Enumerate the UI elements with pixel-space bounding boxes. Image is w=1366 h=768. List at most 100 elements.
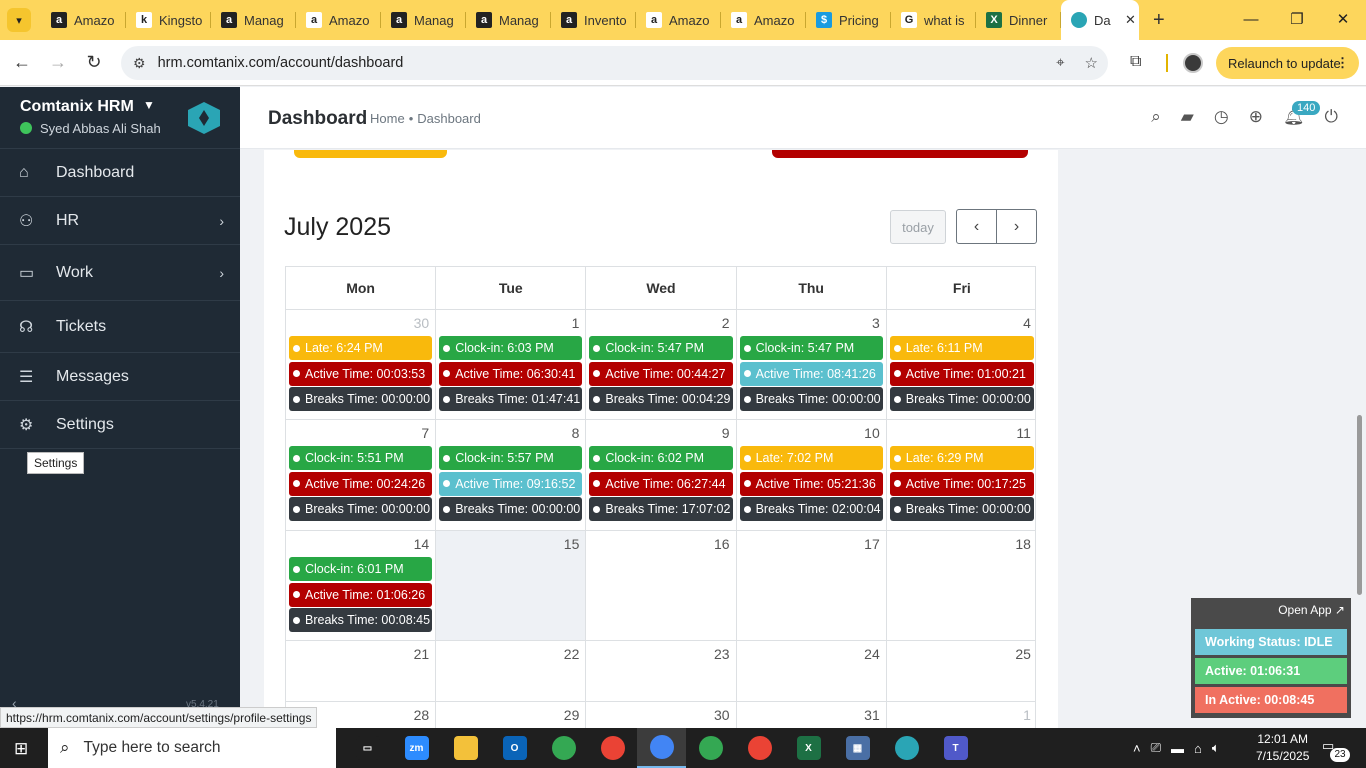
sidebar-item-dashboard[interactable]: ⌂ Dashboard — [0, 149, 240, 197]
calendar-event[interactable]: Active Time: 06:30:41 — [439, 361, 583, 386]
prev-month-icon[interactable]: ‹ — [957, 210, 997, 243]
volume-icon[interactable]: 🔈︎ — [1212, 740, 1220, 756]
calendar-day-cell[interactable]: 30 — [586, 702, 737, 728]
restore-icon[interactable]: ❐ — [1274, 0, 1320, 40]
comtanix-logo-icon[interactable] — [188, 102, 220, 134]
taskbar-app[interactable] — [539, 728, 588, 768]
calendar-day-cell[interactable]: 8 Clock-in: 5:57 PM Active Time: 09:16:52 B… — [436, 420, 587, 530]
calendar-day-cell[interactable]: 23 — [586, 641, 737, 701]
calendar-event[interactable]: Active Time: 00:24:26 — [289, 471, 433, 496]
browser-tab[interactable]: $ Pricing — [806, 0, 891, 40]
calendar-event[interactable]: Breaks Time: 00:00:00 — [889, 497, 1034, 521]
browser-tab[interactable]: a Amazo — [636, 0, 721, 40]
forward-icon[interactable]: → — [40, 52, 76, 73]
calendar-day-cell[interactable]: 30 Late: 6:24 PM Active Time: 00:03:53 Brea… — [286, 310, 437, 419]
calendar-event[interactable]: Breaks Time: 00:00:00 — [739, 387, 883, 411]
taskbar-app[interactable] — [686, 728, 735, 768]
calendar-day-cell[interactable]: 25 — [887, 641, 1037, 701]
calendar-day-cell[interactable]: 16 — [586, 531, 737, 640]
calendar-event[interactable]: Breaks Time: 00:00:00 — [289, 497, 433, 521]
relaunch-button[interactable]: Relaunch to update ⋮ — [1216, 47, 1359, 79]
taskbar-app[interactable]: ▭ — [343, 728, 392, 768]
calendar-event[interactable]: Breaks Time: 00:08:45 — [289, 608, 433, 632]
taskbar-app[interactable]: T — [931, 728, 980, 768]
battery-icon[interactable]: ▬ — [1171, 741, 1184, 756]
browser-tab[interactable]: a Amazo — [296, 0, 381, 40]
calendar-event[interactable]: Active Time: 01:00:21 — [889, 361, 1034, 386]
browser-tab[interactable]: a Amazo — [41, 0, 126, 40]
browser-tab[interactable]: a Invento — [551, 0, 636, 40]
taskbar-app[interactable]: ▦ — [833, 728, 882, 768]
calendar-day-cell[interactable]: 29 — [436, 702, 587, 728]
calendar-event[interactable]: Clock-in: 6:03 PM — [439, 336, 583, 360]
calendar-day-cell[interactable]: 15 — [436, 531, 587, 640]
calendar-event[interactable]: Clock-in: 5:47 PM — [739, 336, 883, 360]
browser-tab[interactable]: X Dinner — [976, 0, 1061, 40]
calendar-day-cell[interactable]: 17 — [737, 531, 887, 640]
search-icon[interactable]: ⌕ — [1151, 107, 1161, 127]
calendar-event[interactable]: Breaks Time: 01:47:41 — [439, 387, 583, 411]
taskbar-search[interactable]: ⌕ Type here to search — [48, 728, 336, 768]
network-icon[interactable]: ⌂ — [1194, 741, 1202, 756]
calendar-day-cell[interactable]: 1 Clock-in: 6:03 PM Active Time: 06:30:41 B… — [436, 310, 587, 419]
close-window-icon[interactable]: ✕ — [1320, 0, 1366, 40]
taskbar-app[interactable] — [882, 728, 931, 768]
back-icon[interactable]: ← — [4, 52, 40, 73]
taskbar-app[interactable] — [441, 728, 490, 768]
clock-in-button[interactable] — [294, 150, 447, 158]
browser-tab-active[interactable]: Da ✕ — [1061, 0, 1139, 40]
taskbar-app[interactable]: O — [490, 728, 539, 768]
sidebar-item-settings[interactable]: ⚙ Settings — [0, 401, 240, 449]
sticky-note-icon[interactable]: ▰ — [1181, 107, 1194, 127]
calendar-event[interactable]: Active Time: 06:27:44 — [589, 471, 733, 496]
camera-icon[interactable]: ⎚ — [1151, 740, 1161, 756]
windows-start-icon[interactable]: ⊞ — [14, 739, 28, 759]
reload-icon[interactable]: ↻ — [76, 52, 112, 73]
taskbar-app[interactable] — [637, 728, 686, 768]
chevron-down-icon[interactable]: ▼ — [143, 98, 155, 112]
breadcrumb-home[interactable]: Home — [370, 111, 405, 126]
clock-out-button[interactable] — [772, 150, 1028, 158]
clock-icon[interactable]: ◷ — [1214, 107, 1229, 127]
calendar-day-cell[interactable]: 10 Late: 7:02 PM Active Time: 05:21:36 Brea… — [737, 420, 887, 530]
calendar-event[interactable]: Clock-in: 5:57 PM — [439, 446, 583, 470]
site-info-icon[interactable]: ⚙ — [133, 55, 146, 72]
brand-name[interactable]: Comtanix HRM — [20, 98, 134, 116]
sidebar-item-messages[interactable]: ☰ Messages — [0, 353, 240, 401]
calendar-day-cell[interactable]: 1 — [887, 702, 1037, 728]
close-tab-icon[interactable]: ✕ — [1125, 12, 1136, 28]
calendar-event[interactable]: Breaks Time: 02:00:04 — [739, 497, 883, 521]
next-month-icon[interactable]: › — [997, 210, 1036, 243]
minimize-icon[interactable]: — — [1228, 0, 1274, 40]
brand-header[interactable]: Comtanix HRM ▼ Syed Abbas Ali Shah — [0, 87, 240, 149]
calendar-event[interactable]: Breaks Time: 17:07:02 — [589, 497, 733, 521]
calendar-day-cell[interactable]: 21 — [286, 641, 437, 701]
address-bar[interactable]: ⚙ hrm.comtanix.com/account/dashboard ⌖ ☆ — [121, 46, 1108, 80]
calendar-event[interactable]: Breaks Time: 00:04:29 — [589, 387, 733, 411]
browser-tab[interactable]: a Manag — [466, 0, 551, 40]
page-scrollbar[interactable] — [1357, 415, 1362, 595]
calendar-day-cell[interactable]: 3 Clock-in: 5:47 PM Active Time: 08:41:26 B… — [737, 310, 887, 419]
open-app-link[interactable]: Open App ↗ — [1278, 603, 1345, 617]
calendar-day-cell[interactable]: 11 Late: 6:29 PM Active Time: 00:17:25 Brea… — [887, 420, 1037, 530]
calendar-event[interactable]: Clock-in: 6:01 PM — [289, 557, 433, 581]
sidebar-item-work[interactable]: ▭ Work › — [0, 245, 240, 301]
calendar-day-cell[interactable]: 22 — [436, 641, 587, 701]
calendar-day-cell[interactable]: 24 — [737, 641, 887, 701]
profile-avatar[interactable] — [1183, 53, 1203, 73]
location-icon[interactable]: ⌖ — [1056, 54, 1064, 72]
today-button[interactable]: today — [890, 210, 946, 244]
calendar-event[interactable]: Clock-in: 6:02 PM — [589, 446, 733, 470]
taskbar-app[interactable] — [735, 728, 784, 768]
taskbar-app[interactable]: X — [784, 728, 833, 768]
calendar-event[interactable]: Active Time: 00:17:25 — [889, 471, 1034, 496]
bookmark-star-icon[interactable]: ☆ — [1085, 54, 1098, 72]
calendar-event[interactable]: Late: 6:24 PM — [289, 336, 433, 360]
browser-tab[interactable]: a Amazo — [721, 0, 806, 40]
sidebar-item-tickets[interactable]: ☊ Tickets — [0, 301, 240, 353]
sidebar-item-hr[interactable]: ⚇ HR › — [0, 197, 240, 245]
calendar-event[interactable]: Late: 6:11 PM — [889, 336, 1034, 360]
calendar-event[interactable]: Active Time: 08:41:26 — [739, 361, 883, 386]
chevron-up-icon[interactable]: ˄ — [1133, 741, 1141, 756]
calendar-event[interactable]: Late: 7:02 PM — [739, 446, 883, 470]
